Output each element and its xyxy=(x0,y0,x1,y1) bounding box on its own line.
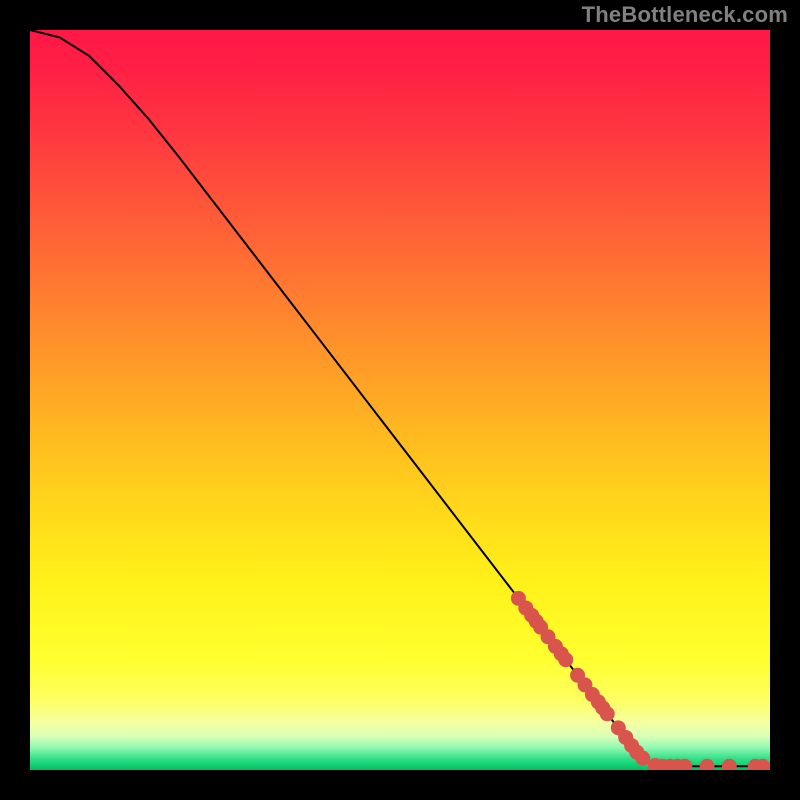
data-marker xyxy=(635,751,650,766)
chart-plot xyxy=(30,30,770,770)
data-marker xyxy=(600,706,615,721)
gradient-background xyxy=(30,30,770,770)
chart-stage: TheBottleneck.com xyxy=(0,0,800,800)
data-marker xyxy=(558,652,573,667)
chart-svg xyxy=(30,30,770,770)
watermark-text: TheBottleneck.com xyxy=(582,2,788,28)
